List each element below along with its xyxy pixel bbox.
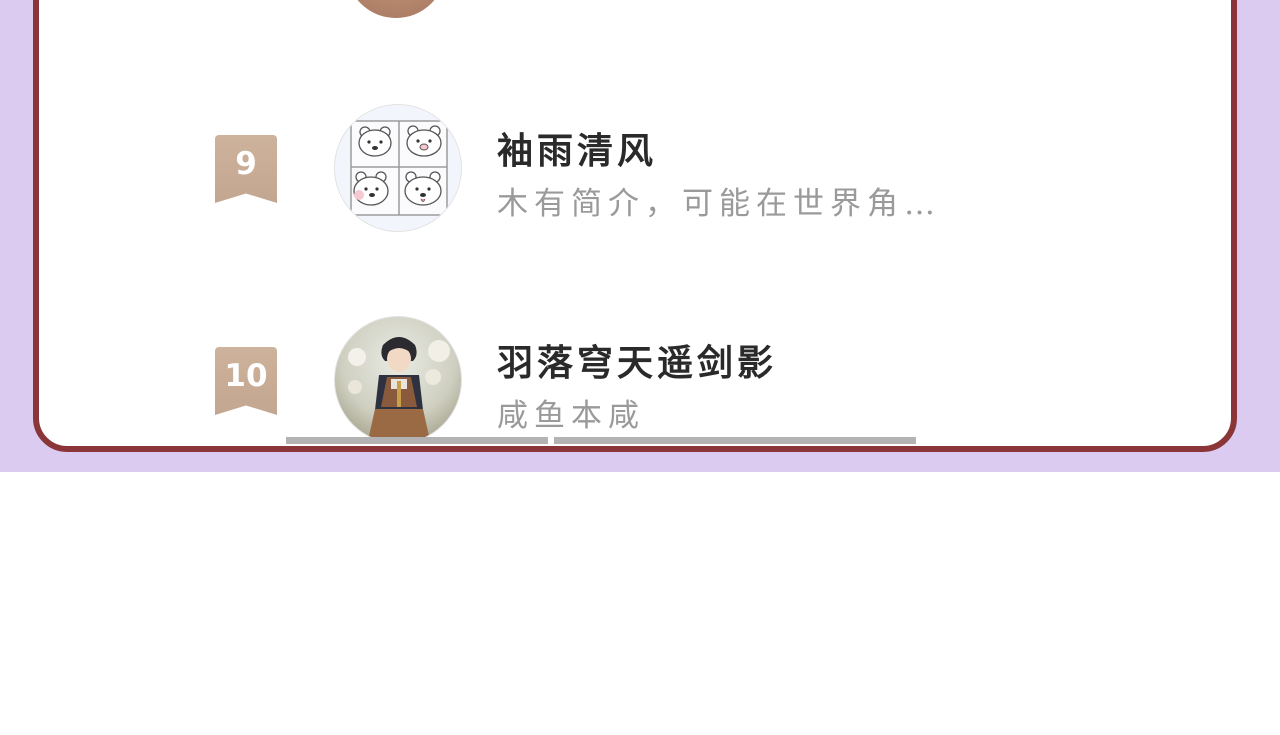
user-name[interactable]: 袖雨清风 [497,122,657,174]
previous-entry-avatar[interactable] [346,0,446,18]
scrollbar-track-segment[interactable] [286,437,548,444]
anime-character-avatar-icon [348,337,450,443]
scrollbar-thumb[interactable] [554,437,916,444]
rank-badge: 10 [215,347,277,415]
rank-number: 10 [224,358,268,394]
user-avatar[interactable] [334,316,462,444]
user-avatar[interactable] [334,104,462,232]
rank-number: 9 [235,146,257,182]
user-bio: 咸鱼本咸 [497,398,645,434]
ranking-card: 9 袖雨清风 木有简介，可能在世界角… 10 羽落穹天遥剑影 咸鱼本咸 [33,0,1237,452]
bear-sticker-avatar-icon [350,120,448,216]
ranking-list-item[interactable]: 10 羽落穹天遥剑影 咸鱼本咸 [39,310,1231,446]
ranking-list-item[interactable]: 9 袖雨清风 木有简介，可能在世界角… [39,98,1231,238]
user-name[interactable]: 羽落穹天遥剑影 [497,334,777,386]
rank-badge: 9 [215,135,277,203]
user-bio: 木有简介，可能在世界角… [497,186,941,222]
